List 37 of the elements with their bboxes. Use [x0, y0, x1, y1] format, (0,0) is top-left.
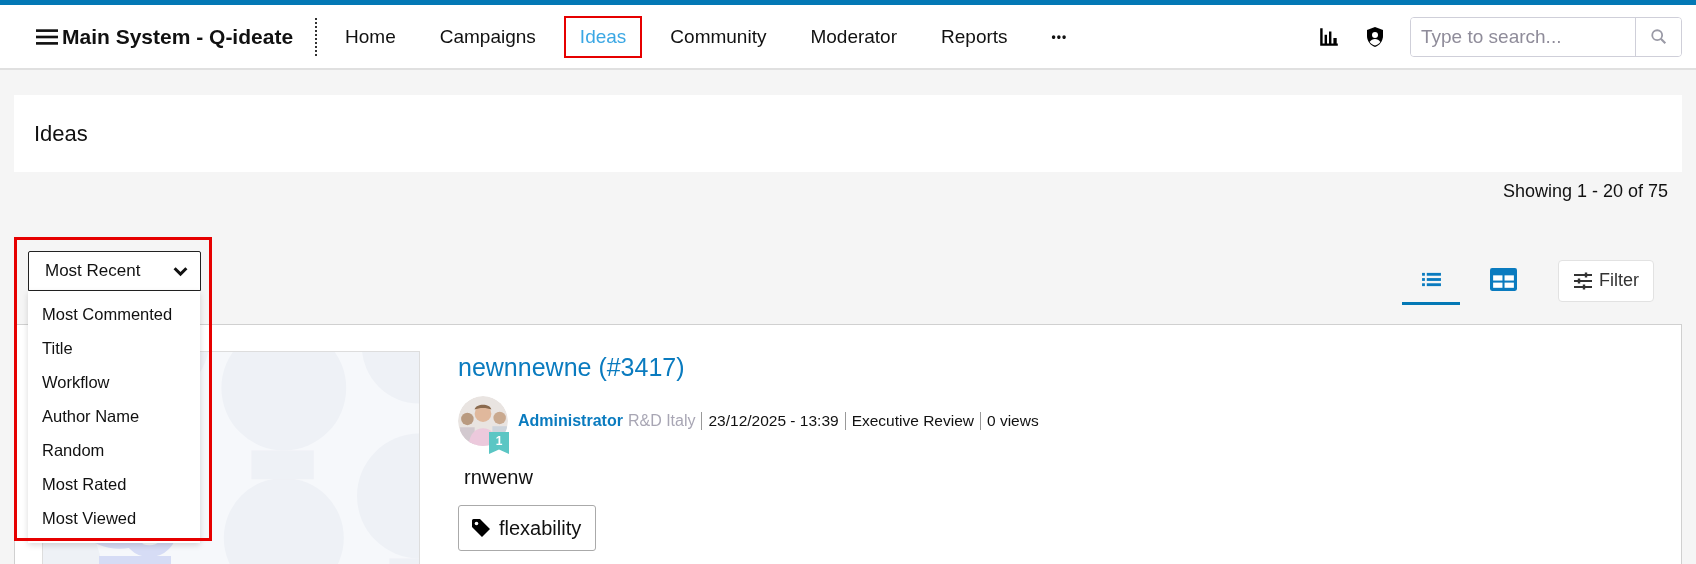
sort-option[interactable]: Most Viewed — [28, 501, 200, 535]
bar-chart-icon[interactable] — [1318, 25, 1340, 48]
sort-option[interactable]: Workflow — [28, 365, 200, 399]
chevron-down-icon — [173, 265, 188, 277]
sort-option[interactable]: Most Commented — [28, 297, 200, 331]
nav-link[interactable]: Campaigns — [423, 15, 552, 58]
tag-icon — [471, 518, 491, 538]
sort-dropdown[interactable]: Most Recent — [28, 251, 201, 291]
idea-stage: Executive Review — [851, 412, 974, 430]
page-title: Ideas — [34, 120, 88, 147]
idea-title[interactable]: newnnewne (#3417) — [458, 353, 685, 382]
author-link[interactable]: Administrator — [518, 412, 623, 430]
idea-description: rnwenw — [464, 466, 533, 489]
filter-button[interactable]: Filter — [1558, 259, 1654, 302]
nav-link[interactable]: Community — [654, 15, 783, 58]
author-group: R&D Italy — [627, 412, 696, 430]
idea-date: 23/12/2025 - 13:39 — [708, 412, 839, 430]
nav-link[interactable]: Moderator — [794, 15, 914, 58]
sort-option[interactable]: Most Rated — [28, 467, 200, 501]
search-icon — [1649, 27, 1668, 46]
view-count: 0 views — [986, 412, 1039, 430]
more-link[interactable]: ••• — [1035, 19, 1084, 54]
nav-link[interactable]: Reports — [925, 15, 1024, 58]
menu-icon[interactable] — [36, 27, 58, 46]
sort-option[interactable]: Title — [28, 331, 200, 365]
search-field[interactable]: Type to search... — [1410, 16, 1682, 57]
rank-badge: 1 — [489, 432, 509, 454]
app-title: Main System - Q-ideate — [62, 24, 294, 49]
sort-option[interactable]: Author Name — [28, 399, 200, 433]
shield-user-icon[interactable] — [1364, 25, 1386, 48]
sort-option[interactable]: Random — [28, 433, 200, 467]
sliders-icon — [1573, 271, 1593, 290]
grid-icon — [1489, 267, 1517, 291]
list-icon — [1420, 270, 1442, 288]
results-count: Showing 1 - 20 of 75 — [1502, 181, 1668, 202]
nav-link[interactable]: Home — [329, 15, 412, 58]
tag-chip[interactable]: flexability — [458, 505, 597, 551]
